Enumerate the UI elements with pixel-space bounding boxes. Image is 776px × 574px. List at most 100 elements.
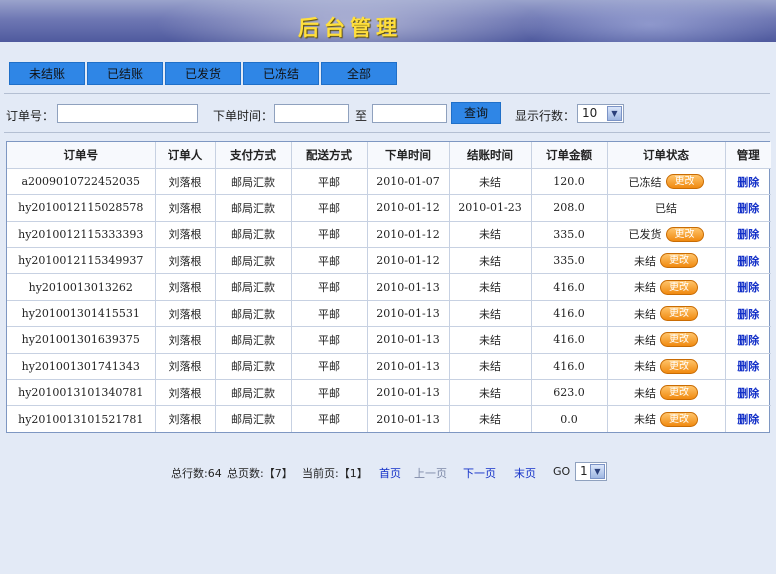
manage-cell: 删除 [725,247,771,275]
settle-time-cell: 未结 [449,247,532,275]
status-cell: 已冻结 更改 [607,168,726,196]
status-text: 未结 [634,281,656,295]
total-pages: 总页数:【7】 [227,467,293,480]
chevron-down-icon: ▼ [607,106,622,121]
manage-cell: 删除 [725,326,771,354]
orderer-cell: 刘落根 [155,247,216,275]
status-text: 未结 [634,386,656,400]
tab-frozen[interactable]: 已冻结 [243,62,319,85]
column-header: 下单时间 [367,142,450,169]
change-status-button[interactable]: 更改 [660,385,698,401]
delete-link[interactable]: 删除 [737,228,759,241]
orderer-cell: 刘落根 [155,405,216,433]
settle-time-cell: 未结 [449,273,532,301]
next-page-link[interactable]: 下一页 [463,465,496,481]
change-status-button[interactable]: 更改 [660,332,698,348]
payment-method-cell: 邮局汇款 [215,168,292,196]
delete-link[interactable]: 删除 [737,413,759,426]
prev-page-link[interactable]: 上一页 [414,465,447,481]
status-cell: 未结 更改 [607,326,726,354]
payment-method-cell: 邮局汇款 [215,194,292,222]
delete-link[interactable]: 删除 [737,334,759,347]
delete-link[interactable]: 删除 [737,202,759,215]
table-row: hy201001301741343 刘落根 邮局汇款 平邮 2010-01-13 未结 41… [7,353,771,381]
orderer-cell: 刘落根 [155,168,216,196]
orderer-cell: 刘落根 [155,194,216,222]
status-text: 未结 [634,360,656,374]
go-label: GO [553,465,571,478]
manage-cell: 删除 [725,194,771,222]
status-text: 已发货 [628,228,662,242]
pagination: 总行数:64 总页数:【7】 当前页:【1】 首页 上一页 下一页 末页 GO … [0,462,776,482]
shipping-method-cell: 平邮 [291,221,368,249]
change-status-button[interactable]: 更改 [660,358,698,374]
order-time-label: 下单时间： [213,109,274,123]
status-group: 已结 [608,200,725,216]
delete-link[interactable]: 删除 [737,281,759,294]
change-status-button[interactable]: 更改 [660,306,698,322]
status-group: 未结 更改 [608,332,725,348]
status-cell: 已结 [607,194,726,222]
amount-cell: 623.0 [531,379,608,407]
go-page-select[interactable]: 1 ▼ [575,462,607,481]
payment-method-cell: 邮局汇款 [215,405,292,433]
settle-time-cell: 未结 [449,300,532,328]
tab-settled[interactable]: 已结账 [87,62,163,85]
payment-method-cell: 邮局汇款 [215,273,292,301]
table-header-row: 订单号 订单人 支付方式 配送方式 下单时间 结账时间 订单金额 订单状态 管理 [7,142,771,169]
status-cell: 未结 更改 [607,379,726,407]
manage-cell: 删除 [725,221,771,249]
date-from-input[interactable] [274,104,349,123]
status-cell: 未结 更改 [607,353,726,381]
manage-cell: 删除 [725,273,771,301]
query-button[interactable]: 查询 [451,102,501,124]
delete-link[interactable]: 删除 [737,255,759,268]
change-status-button[interactable]: 更改 [660,411,698,427]
change-status-button[interactable]: 更改 [665,174,704,190]
status-text: 已结 [655,201,677,215]
payment-method-cell: 邮局汇款 [215,247,292,275]
amount-cell: 335.0 [531,221,608,249]
status-text: 未结 [634,333,656,347]
table-row: hy201001301639375 刘落根 邮局汇款 平邮 2010-01-13 未结 41… [7,326,771,354]
change-status-button[interactable]: 更改 [660,253,698,269]
status-group: 未结 更改 [608,411,725,427]
orderer-cell: 刘落根 [155,300,216,328]
change-status-button[interactable]: 更改 [665,226,704,242]
order-time-cell: 2010-01-13 [367,300,450,328]
table-row: hy201001301415531 刘落根 邮局汇款 平邮 2010-01-13 未结 41… [7,300,771,328]
tab-unsettled[interactable]: 未结账 [9,62,85,85]
delete-link[interactable]: 删除 [737,360,759,373]
order-time-cell: 2010-01-13 [367,273,450,301]
page-title: 后台管理 [298,15,402,40]
tab-shipped[interactable]: 已发货 [165,62,241,85]
amount-cell: 208.0 [531,194,608,222]
first-page-link[interactable]: 首页 [379,465,401,481]
rows-per-page-select[interactable]: 10 ▼ [577,104,624,123]
date-to-input[interactable] [372,104,447,123]
settle-time-cell: 2010-01-23 [449,194,532,222]
order-no-input[interactable] [57,104,198,123]
manage-cell: 删除 [725,353,771,381]
delete-link[interactable]: 删除 [737,387,759,400]
current-page: 当前页:【1】 [302,467,368,480]
table-row: hy2010012115028578 刘落根 邮局汇款 平邮 2010-01-12 201… [7,194,771,222]
status-group: 未结 更改 [608,253,725,269]
status-group: 已发货 更改 [608,226,725,242]
status-cell: 未结 更改 [607,247,726,275]
status-text: 未结 [634,254,656,268]
tab-all[interactable]: 全部 [321,62,397,85]
order-time-cell: 2010-01-12 [367,247,450,275]
settle-time-cell: 未结 [449,221,532,249]
last-page-link[interactable]: 末页 [514,465,536,481]
order-no-cell: hy201001301639375 [7,326,156,354]
status-tabs: 未结账 已结账 已发货 已冻结 全部 [9,62,397,85]
rows-per-page-value: 10 [582,106,598,120]
status-text: 未结 [634,413,656,427]
divider [4,132,770,133]
delete-link[interactable]: 删除 [737,176,759,189]
delete-link[interactable]: 删除 [737,308,759,321]
orderer-cell: 刘落根 [155,326,216,354]
change-status-button[interactable]: 更改 [660,279,698,295]
settle-time-cell: 未结 [449,168,532,196]
